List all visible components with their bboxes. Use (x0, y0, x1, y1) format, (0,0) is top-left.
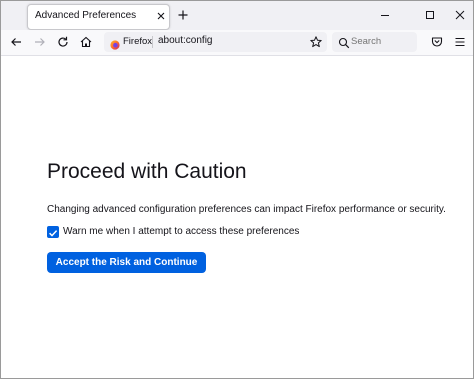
minimize-icon[interactable] (378, 8, 392, 22)
tab-strip: Advanced Preferences (1, 1, 473, 30)
arrow-right-icon (35, 38, 45, 46)
warn-checkbox[interactable] (47, 226, 59, 238)
reload-button[interactable] (56, 35, 70, 49)
browser-window: Advanced Preferences Firefox about:confi… (0, 0, 474, 379)
close-icon[interactable] (154, 8, 168, 24)
url-text[interactable]: about:config (158, 35, 213, 46)
plus-icon[interactable] (176, 8, 190, 22)
search-bar[interactable] (332, 32, 417, 52)
app-menu-button[interactable] (453, 35, 467, 49)
identity-label: Firefox (123, 36, 153, 47)
url-separator (152, 36, 153, 48)
url-bar[interactable]: Firefox about:config (104, 32, 327, 52)
home-icon (80, 36, 92, 48)
arrow-left-icon (11, 38, 21, 46)
firefox-logo-icon (110, 37, 120, 50)
search-input[interactable] (351, 36, 411, 47)
checkmark-icon (49, 230, 58, 237)
warning-description: Changing advanced configuration preferen… (47, 204, 446, 215)
tab-advanced-preferences[interactable]: Advanced Preferences (27, 4, 170, 30)
warn-checkbox-label[interactable]: Warn me when I attempt to access these p… (63, 226, 299, 237)
navigation-toolbar: Firefox about:config (1, 30, 473, 56)
window-close-icon[interactable] (453, 8, 467, 22)
hamburger-menu-icon (455, 37, 465, 47)
home-button[interactable] (79, 35, 93, 49)
pocket-button[interactable] (430, 35, 444, 49)
accept-risk-button[interactable]: Accept the Risk and Continue (47, 252, 206, 273)
page-title: Proceed with Caution (47, 160, 247, 183)
back-button[interactable] (9, 35, 23, 49)
page-content: Proceed with Caution Changing advanced c… (1, 56, 473, 378)
reload-icon (58, 36, 68, 47)
maximize-icon[interactable] (423, 8, 437, 22)
star-icon[interactable] (309, 35, 323, 49)
tab-title: Advanced Preferences (35, 10, 137, 21)
search-icon (338, 36, 350, 49)
forward-button[interactable] (33, 35, 47, 49)
pocket-icon (431, 37, 443, 47)
